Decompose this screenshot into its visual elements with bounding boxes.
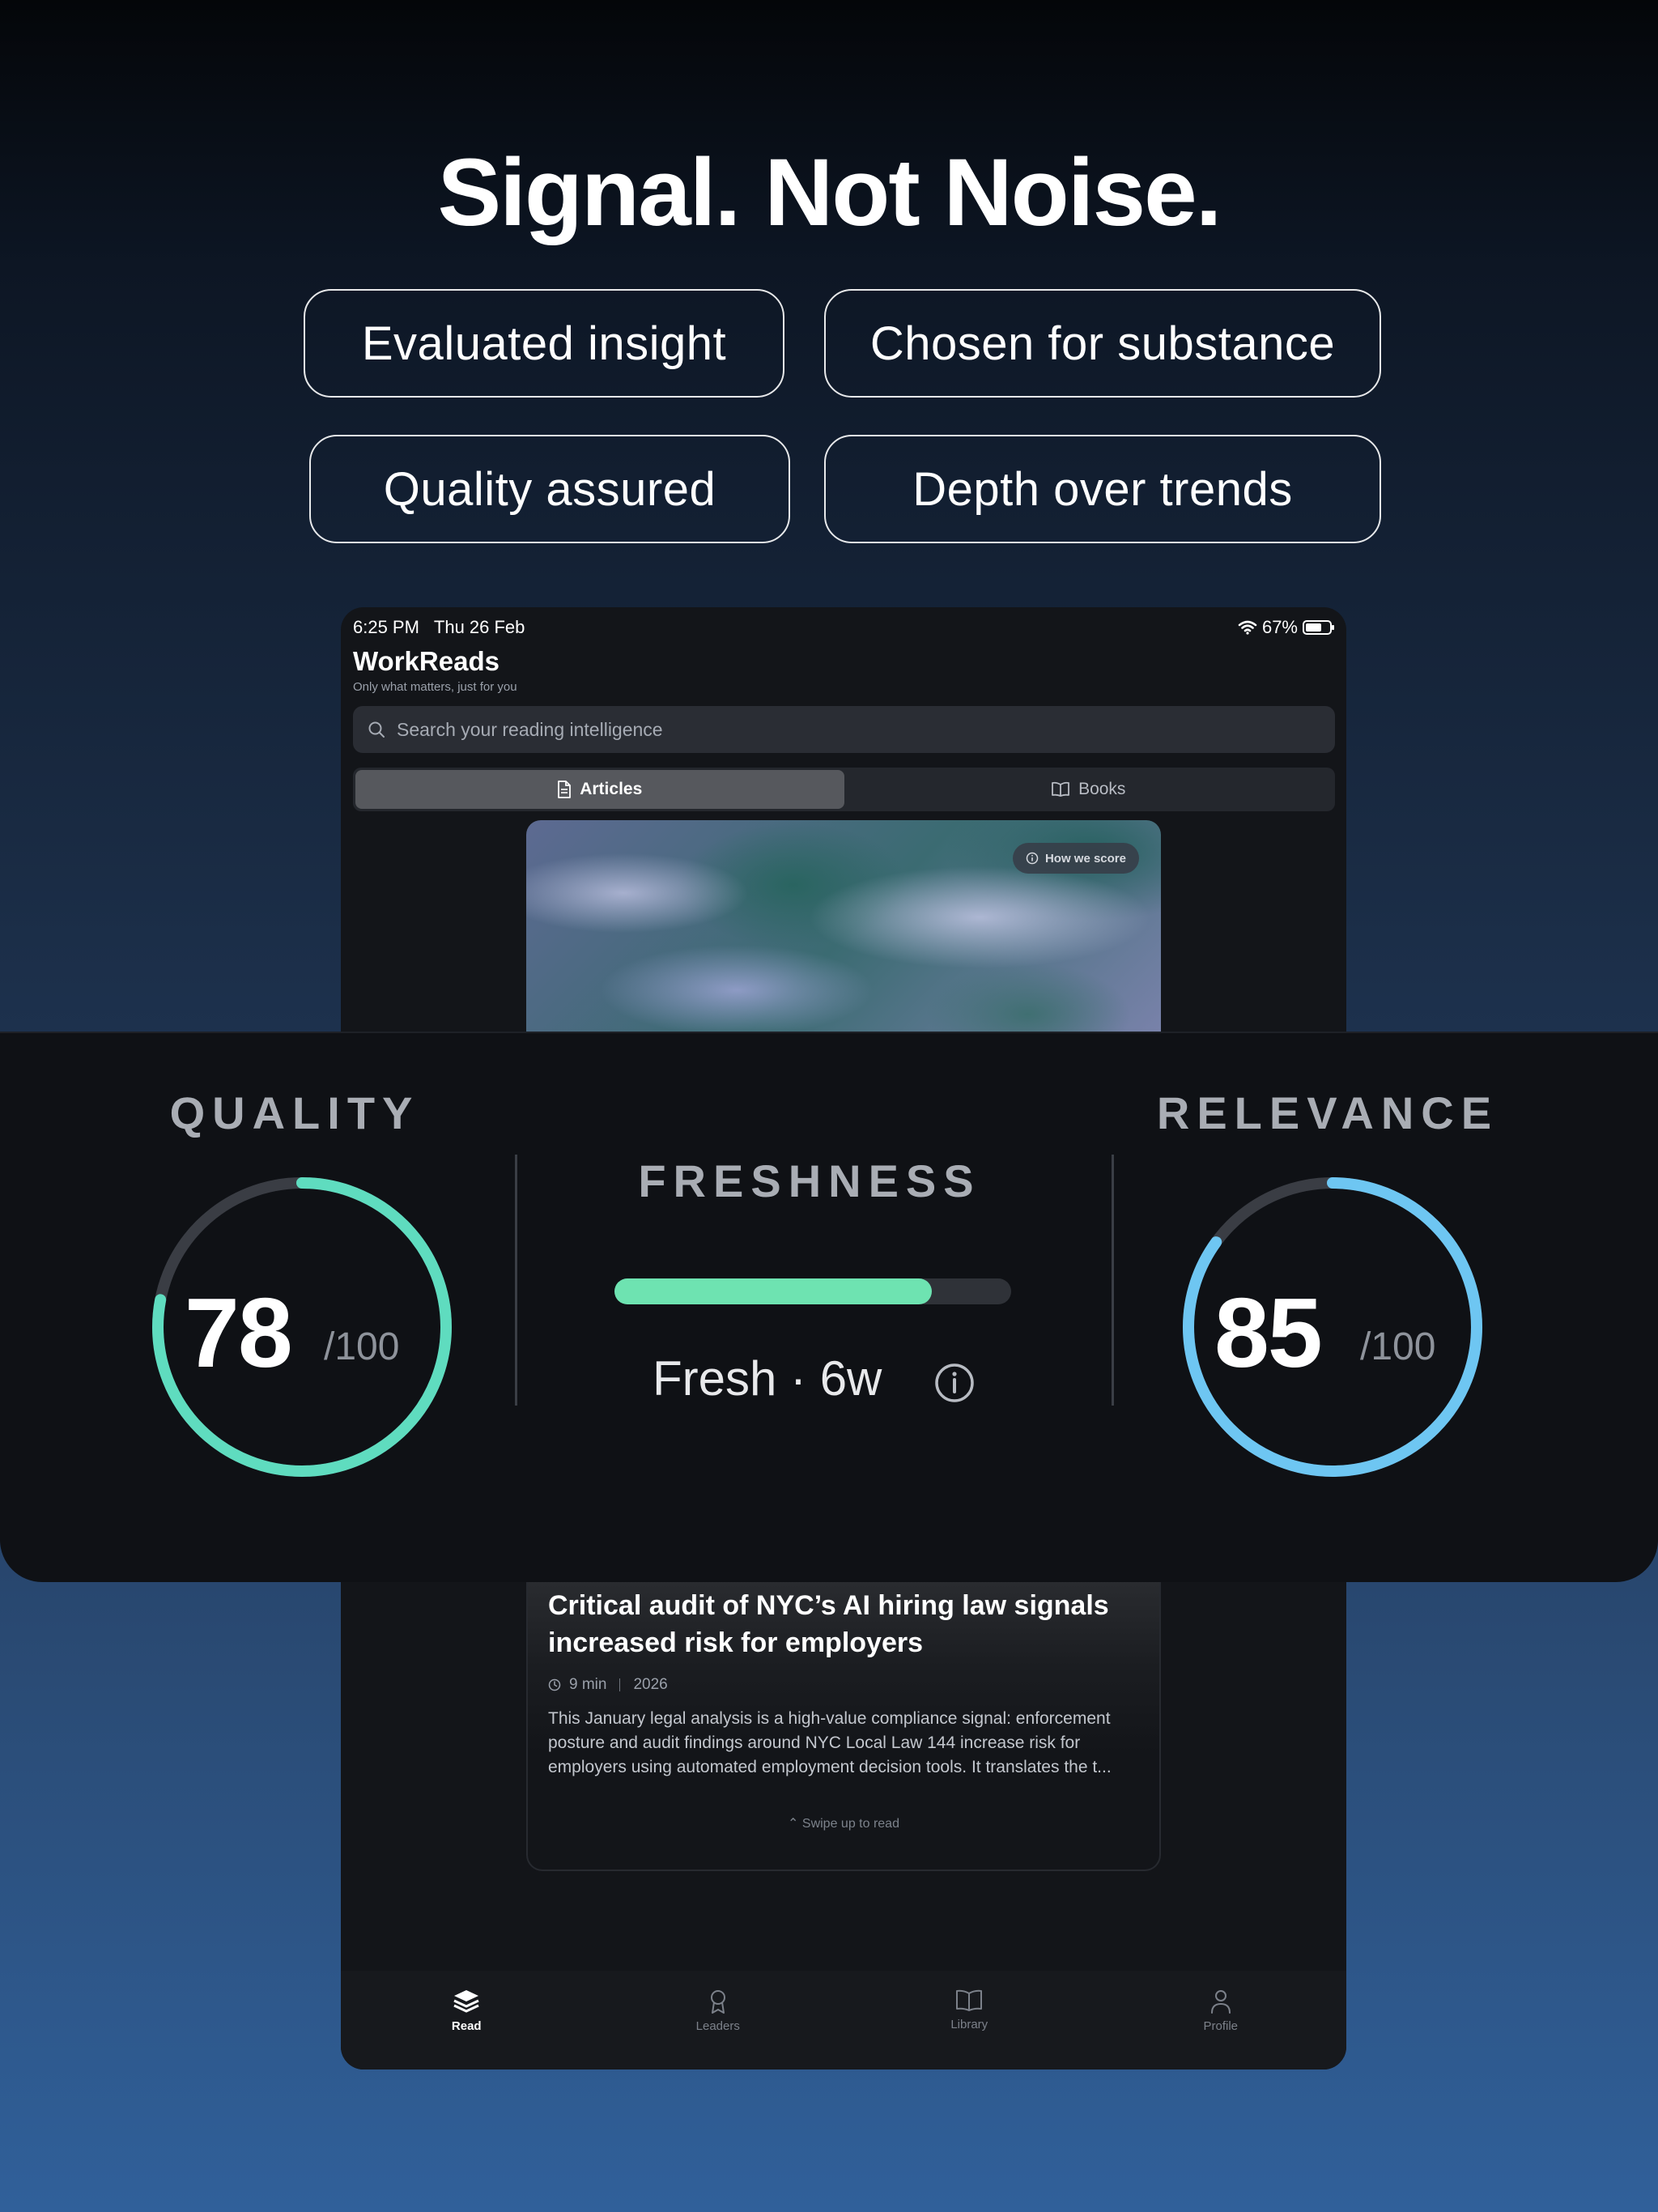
clock-icon (548, 1678, 561, 1691)
wifi-icon (1238, 620, 1257, 635)
info-icon (1026, 852, 1039, 865)
tab-articles-label: Articles (580, 780, 643, 798)
layers-icon (453, 1990, 479, 2013)
person-icon (1210, 1990, 1231, 2014)
tab-articles[interactable]: Articles (355, 770, 844, 809)
tabbar-leaders[interactable]: Leaders (670, 1989, 767, 2033)
document-icon (558, 781, 572, 798)
quality-score: 78 (185, 1278, 293, 1388)
article-year: 2026 (633, 1676, 668, 1693)
article-card-image[interactable]: How we score (526, 820, 1161, 1055)
status-bar: 6:25 PM Thu 26 Feb 67% (353, 615, 1334, 640)
status-time: 6:25 PM (353, 617, 419, 637)
app-title: WorkReads (353, 646, 500, 676)
status-date: Thu 26 Feb (433, 617, 525, 637)
chevron-up-icon: ⌃ (788, 1817, 799, 1831)
status-indicators: 67% (1238, 617, 1334, 638)
article-meta: 9 min 2026 (548, 1676, 668, 1694)
article-title: Critical audit of NYC’s AI hiring law si… (548, 1590, 1109, 1658)
meta-divider (619, 1678, 621, 1691)
pill-evaluated-insight: Evaluated insight (304, 289, 784, 398)
freshness-info-icon[interactable] (933, 1362, 976, 1404)
book-icon (1052, 781, 1069, 797)
open-book-icon (956, 1989, 983, 2011)
freshness-label: FRESHNESS (638, 1155, 981, 1206)
score-overlay: QUALITY 78 /100 FRESHNESS Fresh · 6w REL… (0, 1032, 1658, 1582)
pill-depth-over-trends: Depth over trends (824, 435, 1381, 543)
relevance-score: 85 (1214, 1278, 1323, 1388)
relevance-label: RELEVANCE (1156, 1087, 1499, 1138)
tabbar-read-label: Read (451, 2019, 482, 2033)
tabbar-leaders-label: Leaders (695, 2019, 740, 2033)
search-placeholder: Search your reading intelligence (397, 718, 663, 740)
how-we-score-label: How we score (1044, 851, 1126, 866)
tabbar-read[interactable]: Read (418, 1989, 515, 2033)
tab-books-label: Books (1078, 780, 1126, 798)
status-datetime: 6:25 PM Thu 26 Feb (353, 617, 525, 638)
content-type-segmented-control: Articles Books (353, 768, 1335, 811)
award-icon (710, 1990, 725, 2014)
headline: Signal. Not Noise. (437, 139, 1222, 246)
article-read-time: 9 min (569, 1676, 607, 1693)
battery-icon (1303, 620, 1334, 635)
pill-quality-assured: Quality assured (309, 435, 790, 543)
app-subtitle: Only what matters, just for you (353, 680, 517, 694)
quality-denominator: /100 (324, 1325, 400, 1368)
tabbar-library-label: Library (950, 2018, 988, 2031)
tabbar-profile[interactable]: Profile (1172, 1989, 1269, 2033)
how-we-score-button[interactable]: How we score (1012, 843, 1139, 874)
pill-chosen-for-substance: Chosen for substance (824, 289, 1381, 398)
search-icon (368, 721, 385, 738)
tabbar-library[interactable]: Library (920, 1989, 1018, 2031)
metric-divider (1112, 1155, 1114, 1406)
freshness-bar (614, 1278, 1011, 1304)
freshness-text: Fresh · 6w (653, 1351, 882, 1406)
quality-label: QUALITY (169, 1087, 420, 1138)
battery-percent: 67% (1261, 617, 1298, 637)
article-description: This January legal analysis is a high-va… (548, 1709, 1112, 1776)
swipe-hint-label: Swipe up to read (801, 1817, 899, 1831)
search-input[interactable]: Search your reading intelligence (353, 706, 1335, 753)
bottom-tab-bar: Read Leaders Library Profile (341, 1971, 1346, 2069)
article-card-body[interactable]: Critical audit of NYC’s AI hiring law si… (526, 1579, 1161, 1871)
relevance-denominator: /100 (1360, 1325, 1436, 1368)
metric-divider (515, 1155, 517, 1406)
tab-books[interactable]: Books (844, 770, 1333, 809)
freshness-bar-fill (614, 1278, 932, 1304)
swipe-hint: ⌃ Swipe up to read (528, 1815, 1159, 1831)
tabbar-profile-label: Profile (1203, 2019, 1239, 2033)
